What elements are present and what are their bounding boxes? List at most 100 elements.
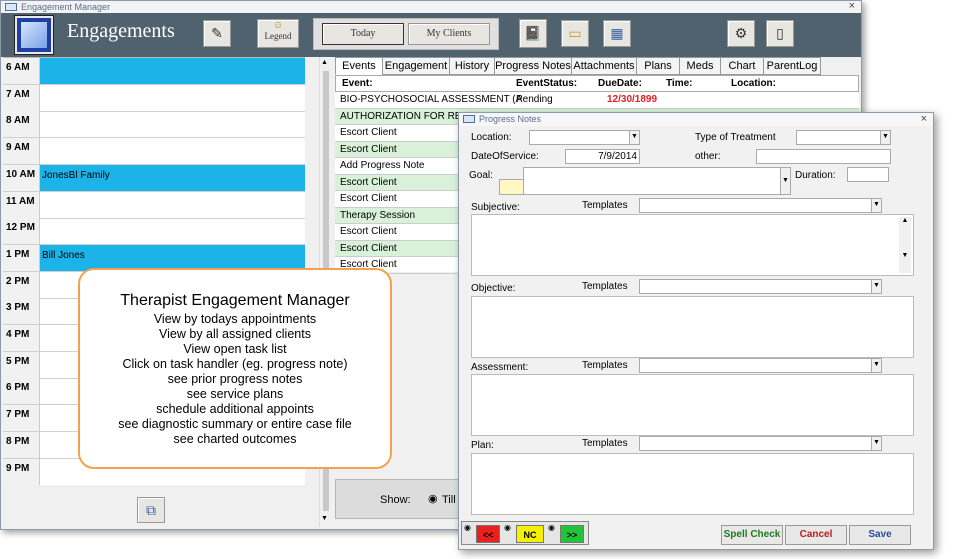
- schedule-row[interactable]: 7 AM: [3, 84, 305, 112]
- schedule-row[interactable]: 10 AM JonesBl Family: [3, 164, 305, 192]
- plan-template-select[interactable]: ▼: [639, 436, 882, 451]
- schedule-row[interactable]: 9 AM: [3, 138, 305, 166]
- schedule-row[interactable]: 11 AM: [3, 191, 305, 219]
- tab-meds[interactable]: Meds: [679, 57, 721, 75]
- chevron-down-icon[interactable]: ▼: [629, 131, 639, 144]
- appointment-cell[interactable]: [40, 85, 305, 111]
- time-label: 6 PM: [3, 378, 40, 405]
- radio-icon[interactable]: ◉: [428, 492, 438, 505]
- objective-template-select[interactable]: ▼: [639, 279, 882, 294]
- appointment-cell[interactable]: [40, 218, 305, 244]
- tab-events[interactable]: Events: [335, 57, 383, 75]
- event-name: Escort Client: [340, 226, 397, 237]
- close-icon[interactable]: ×: [921, 113, 927, 126]
- time-label: 12 PM: [3, 218, 40, 245]
- scroll-up-icon[interactable]: ▲: [321, 59, 328, 66]
- today-button[interactable]: Today: [322, 23, 404, 45]
- tab-attachments[interactable]: Attachments: [571, 57, 637, 75]
- tab-chart[interactable]: Chart: [720, 57, 764, 75]
- event-row[interactable]: BIO-PSYCHOSOCIAL ASSESSMENT (A Pending 12/…: [335, 92, 859, 109]
- subjective-textarea[interactable]: ▲ ▼: [471, 214, 914, 276]
- windows-icon: ⧉: [146, 501, 156, 518]
- location-select[interactable]: ▼: [529, 130, 640, 145]
- event-name: Therapy Session: [340, 209, 416, 221]
- scroll-down-icon[interactable]: ▼: [321, 515, 328, 522]
- radio-icon[interactable]: ◉: [548, 523, 555, 532]
- duration-field[interactable]: [847, 167, 889, 182]
- settings-button[interactable]: ⚙: [727, 20, 755, 47]
- treatment-select[interactable]: ▼: [796, 130, 891, 145]
- tab-engagement[interactable]: Engagement: [382, 57, 450, 75]
- time-label: 9 AM: [3, 138, 40, 165]
- info-callout: Therapist Engagement Manager View by tod…: [78, 268, 392, 469]
- objective-label: Objective:: [471, 283, 516, 294]
- dos-field[interactable]: 7/9/2014: [565, 149, 640, 164]
- radio-icon[interactable]: ◉: [464, 523, 471, 532]
- edit-button[interactable]: ✎: [203, 20, 231, 47]
- appointment-cell[interactable]: [40, 138, 305, 164]
- event-name: BIO-PSYCHOSOCIAL ASSESSMENT (A: [340, 94, 523, 105]
- subjective-scrollbar[interactable]: ▲ ▼: [899, 217, 911, 273]
- notebook-icon: 📓: [524, 25, 542, 41]
- chevron-down-icon[interactable]: ▼: [871, 280, 881, 293]
- subjective-template-select[interactable]: ▼: [639, 198, 882, 213]
- appointment-cell[interactable]: JonesBl Family: [40, 164, 305, 191]
- goal-select[interactable]: ▼: [523, 167, 791, 195]
- schedule-window-button[interactable]: ⧉: [137, 497, 165, 523]
- objective-textarea[interactable]: [471, 296, 914, 358]
- calendar-button[interactable]: ▦: [603, 20, 631, 47]
- schedule-row[interactable]: 12 PM: [3, 218, 305, 246]
- my-clients-button[interactable]: My Clients: [408, 23, 490, 45]
- plan-textarea[interactable]: [471, 453, 914, 515]
- till-option[interactable]: Till: [442, 494, 456, 506]
- chevron-down-icon[interactable]: ▼: [871, 199, 881, 212]
- legend-label: Legend: [264, 31, 292, 41]
- time-label: 7 PM: [3, 405, 40, 432]
- time-label: 4 PM: [3, 325, 40, 351]
- appointment-cell[interactable]: [40, 58, 305, 84]
- schedule-row[interactable]: 6 AM: [3, 58, 305, 85]
- templates-label: Templates: [582, 281, 628, 292]
- notes-button[interactable]: 📓: [519, 19, 547, 48]
- door-icon: ▯: [776, 25, 784, 41]
- events-header: Event: EventStatus: DueDate: Time: Locat…: [335, 75, 859, 92]
- templates-label: Templates: [582, 360, 628, 371]
- time-label: 11 AM: [3, 191, 40, 218]
- tab-history[interactable]: History: [449, 57, 495, 75]
- chevron-down-icon[interactable]: ▼: [871, 359, 881, 372]
- templates-label: Templates: [582, 200, 628, 211]
- save-button[interactable]: Save: [849, 525, 911, 545]
- col-status: EventStatus:: [516, 78, 578, 89]
- spell-check-button[interactable]: Spell Check: [721, 525, 783, 545]
- close-icon[interactable]: ×: [849, 0, 855, 12]
- open-folder-button[interactable]: ▭: [561, 20, 589, 47]
- tab-progress-notes[interactable]: Progress Notes: [494, 57, 572, 75]
- nc-button[interactable]: NC: [516, 525, 544, 543]
- time-label: 2 PM: [3, 271, 40, 298]
- assessment-template-select[interactable]: ▼: [639, 358, 882, 373]
- tab-parentlog[interactable]: ParentLog: [763, 57, 821, 75]
- appointment-cell[interactable]: [40, 192, 305, 218]
- folder-icon: ▭: [568, 25, 582, 41]
- other-field[interactable]: [756, 149, 891, 164]
- assessment-textarea[interactable]: [471, 374, 914, 436]
- appointment-cell[interactable]: [40, 111, 305, 137]
- schedule-row[interactable]: 8 AM: [3, 111, 305, 139]
- appointment-cell[interactable]: Bill Jones: [40, 244, 305, 271]
- radio-icon[interactable]: ◉: [504, 523, 511, 532]
- prev-record-button[interactable]: <<: [476, 525, 500, 543]
- exit-button[interactable]: ▯: [766, 20, 794, 47]
- chevron-down-icon[interactable]: ▼: [780, 168, 790, 194]
- chevron-down-icon[interactable]: ▼: [871, 437, 881, 450]
- progress-notes-title: Progress Notes: [479, 114, 542, 124]
- plan-label: Plan:: [471, 440, 494, 451]
- next-record-button[interactable]: >>: [560, 525, 584, 543]
- cancel-button[interactable]: Cancel: [785, 525, 847, 545]
- chevron-down-icon[interactable]: ▼: [880, 131, 890, 144]
- legend-button[interactable]: ☺ Legend: [257, 19, 299, 48]
- event-name: Add Progress Note: [340, 160, 425, 171]
- time-label: 5 PM: [3, 351, 40, 378]
- tab-plans[interactable]: Plans: [636, 57, 680, 75]
- callout-line: schedule additional appoints: [156, 402, 314, 416]
- gear-icon: ⚙: [734, 25, 748, 41]
